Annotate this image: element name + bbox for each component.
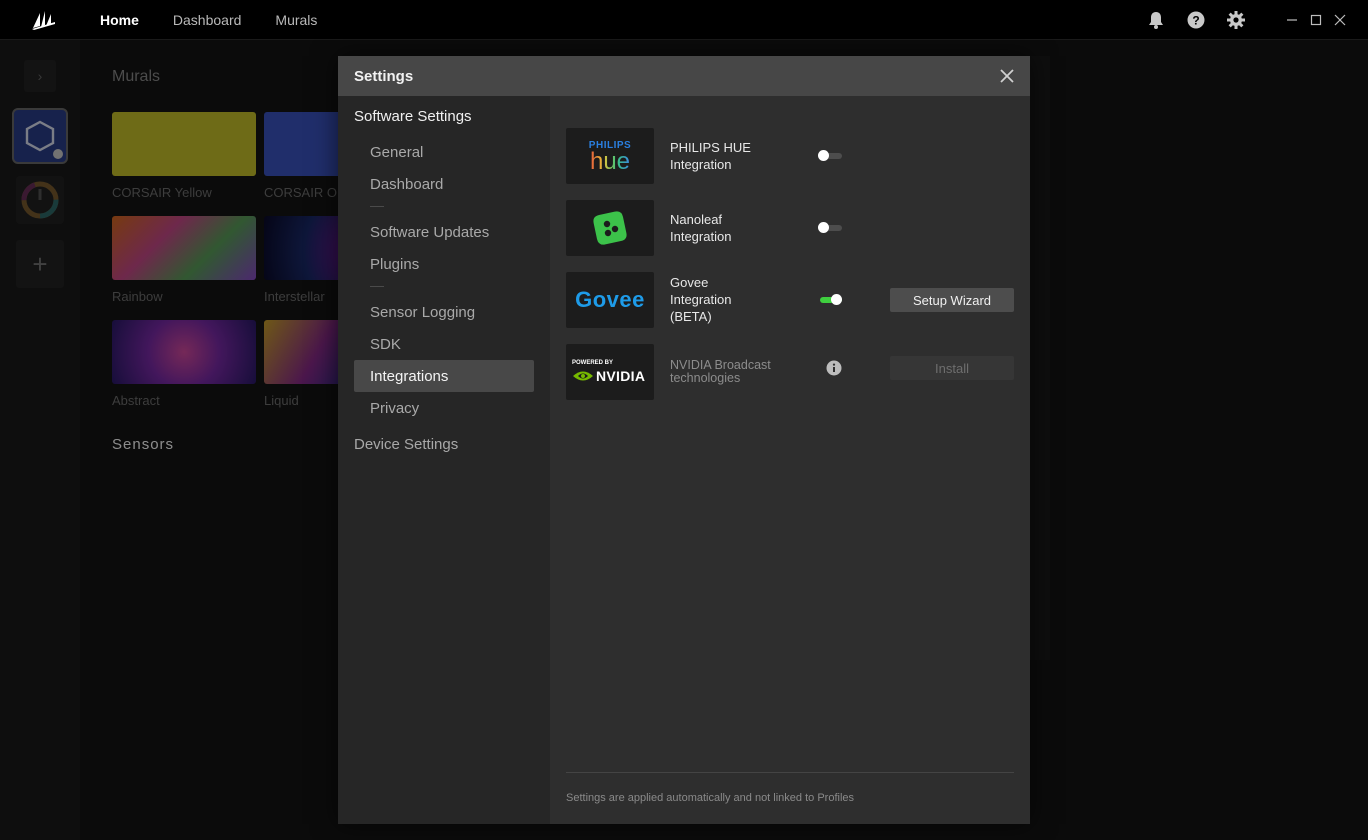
integration-name: Govee — [670, 275, 709, 290]
integration-row-nanoleaf: Nanoleaf Integration — [566, 200, 1014, 256]
nvidia-wordmark: NVIDIA — [596, 368, 646, 384]
svg-text:?: ? — [1192, 14, 1199, 28]
nanoleaf-icon — [593, 211, 627, 245]
close-icon[interactable] — [998, 67, 1016, 85]
nav-item-dashboard[interactable]: Dashboard — [354, 168, 534, 200]
nanoleaf-toggle[interactable] — [818, 222, 842, 233]
integration-row-govee: Govee Govee Integration (BETA) Setup Wiz… — [566, 272, 1014, 328]
top-right-controls: ? — [1146, 0, 1368, 40]
nav-section-software-settings[interactable]: Software Settings — [354, 108, 472, 125]
maximize-button[interactable] — [1304, 8, 1328, 32]
philips-hue-logo: PHILIPS hue — [566, 128, 654, 184]
govee-toggle[interactable] — [818, 294, 842, 305]
integration-beta-tag: (BETA) — [670, 309, 712, 324]
info-icon[interactable] — [826, 360, 842, 376]
nvidia-wordmark-group: NVIDIA — [572, 368, 645, 384]
nav-section-device-settings[interactable]: Device Settings — [354, 436, 458, 453]
govee-logo: Govee — [566, 272, 654, 328]
settings-header: Settings — [338, 56, 1030, 96]
nav-item-sdk[interactable]: SDK — [354, 328, 534, 360]
integration-name: PHILIPS HUE — [670, 140, 751, 155]
tab-murals[interactable]: Murals — [267, 12, 325, 28]
integration-label: Nanoleaf Integration — [670, 211, 731, 245]
integration-label: PHILIPS HUE Integration — [670, 139, 751, 173]
integration-subtitle: Integration — [670, 157, 732, 172]
settings-title: Settings — [354, 67, 414, 85]
integration-subtitle: Integration — [670, 229, 732, 244]
powered-by-text: POWERED BY — [572, 360, 614, 366]
settings-dialog: Settings Software Settings General Dashb… — [338, 56, 1030, 824]
nav-item-integrations[interactable]: Integrations — [354, 360, 534, 392]
settings-footer-note: Settings are applied automatically and n… — [566, 792, 855, 804]
corsair-logo-icon[interactable] — [14, 0, 74, 40]
nav-separator — [370, 286, 384, 287]
setup-wizard-button[interactable]: Setup Wizard — [890, 288, 1014, 312]
nav-item-privacy[interactable]: Privacy — [354, 392, 534, 424]
install-button[interactable]: Install — [890, 356, 1014, 380]
govee-wordmark: Govee — [575, 287, 645, 312]
nvidia-eye-icon — [573, 371, 593, 381]
integration-name: Nanoleaf — [670, 212, 723, 227]
content-divider — [566, 772, 1014, 773]
integration-subtitle: technologies — [670, 371, 741, 385]
hue-wordmark: hue — [589, 147, 631, 175]
nav-item-general[interactable]: General — [354, 136, 534, 168]
close-window-button[interactable] — [1328, 8, 1352, 32]
nvidia-logo: POWERED BY NVIDIA — [566, 344, 654, 400]
minimize-button[interactable] — [1280, 8, 1304, 32]
gear-icon[interactable] — [1226, 10, 1246, 30]
tab-home[interactable]: Home — [92, 12, 147, 28]
integration-label: Govee Integration (BETA) — [670, 274, 731, 325]
title-bar: Home Dashboard Murals ? — [0, 0, 1368, 40]
help-icon[interactable]: ? — [1186, 10, 1206, 30]
settings-nav: Software Settings General Dashboard Soft… — [338, 96, 550, 824]
nav-item-software-updates[interactable]: Software Updates — [354, 216, 534, 248]
integration-row-nvidia: POWERED BY NVIDIA NVIDIA Broadcast techn… — [566, 344, 1014, 400]
philips-hue-toggle[interactable] — [818, 150, 842, 161]
nav-item-sensor-logging[interactable]: Sensor Logging — [354, 296, 534, 328]
bell-icon[interactable] — [1146, 10, 1166, 30]
nav-item-plugins[interactable]: Plugins — [354, 248, 534, 280]
integration-row-philips-hue: PHILIPS hue PHILIPS HUE Integration — [566, 128, 1014, 184]
integrations-panel: PHILIPS hue PHILIPS HUE Integration Nano… — [550, 96, 1030, 824]
nanoleaf-logo — [566, 200, 654, 256]
nav-separator — [370, 206, 384, 207]
integration-label: NVIDIA Broadcast technologies — [670, 359, 771, 385]
tab-dashboard[interactable]: Dashboard — [165, 12, 250, 28]
integration-subtitle: Integration — [670, 292, 732, 307]
